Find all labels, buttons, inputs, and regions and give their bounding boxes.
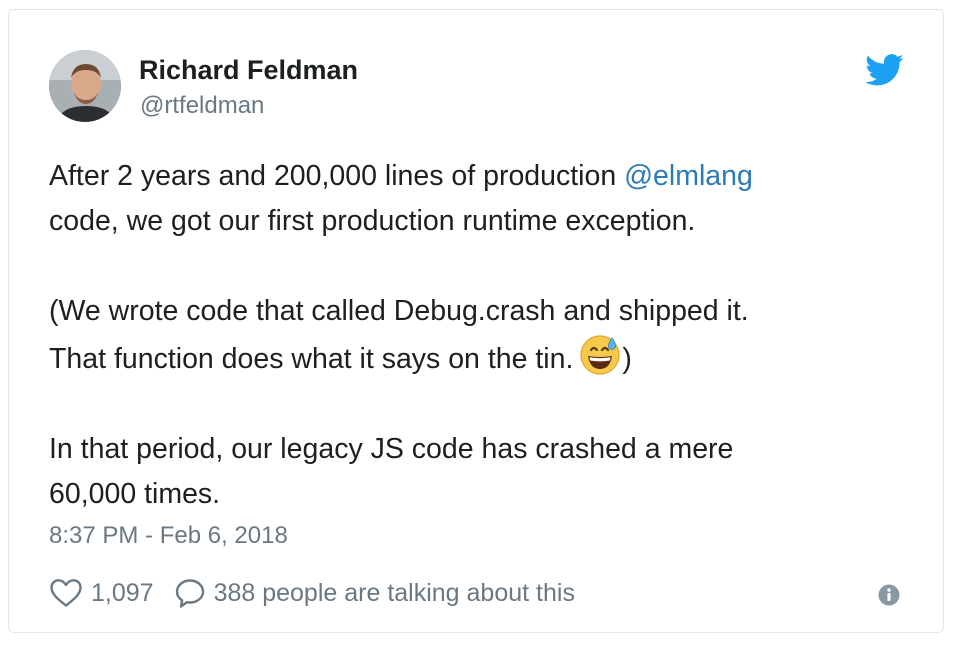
author-handle[interactable]: @rtfeldman bbox=[140, 92, 264, 120]
user-avatar[interactable] bbox=[49, 50, 121, 122]
text-line: After 2 years and 200,000 lines of produ… bbox=[49, 154, 909, 199]
tweet-text: After 2 years and 200,000 lines of produ… bbox=[49, 154, 909, 517]
text-line: (We wrote code that called Debug.crash a… bbox=[49, 295, 749, 327]
info-icon[interactable] bbox=[878, 584, 900, 606]
speech-bubble-icon bbox=[174, 577, 206, 609]
text-line: That function does what it says on the t… bbox=[49, 334, 909, 382]
text-line: code, we got our first production runtim… bbox=[49, 205, 696, 237]
text-fragment: ) bbox=[622, 343, 632, 375]
tweet-actions: 1,097 388 people are talking about this bbox=[49, 575, 575, 611]
conversation-button[interactable]: 388 people are talking about this bbox=[174, 577, 575, 609]
author-display-name[interactable]: Richard Feldman bbox=[139, 55, 358, 86]
tweet-paragraph: (We wrote code that called Debug.crash a… bbox=[49, 289, 909, 382]
embedded-tweet-card: Richard Feldman @rtfeldman After 2 years… bbox=[8, 9, 944, 633]
text-line: In that period, our legacy JS code has c… bbox=[49, 433, 734, 465]
conversation-count-label: 388 people are talking about this bbox=[213, 578, 575, 607]
grinning-face-with-sweat-icon bbox=[579, 334, 621, 376]
avatar-photo bbox=[49, 50, 121, 122]
tweet-timestamp[interactable]: 8:37 PM - Feb 6, 2018 bbox=[49, 522, 288, 550]
tweet-paragraph: In that period, our legacy JS code has c… bbox=[49, 427, 909, 517]
text-line: 60,000 times. bbox=[49, 478, 221, 510]
text-fragment: That function does what it says on the t… bbox=[49, 343, 574, 375]
heart-icon bbox=[49, 578, 83, 608]
like-button[interactable]: 1,097 bbox=[49, 578, 154, 608]
like-count: 1,097 bbox=[91, 578, 154, 607]
text-fragment: After 2 years and 200,000 lines of produ… bbox=[49, 160, 625, 192]
twitter-bird-icon[interactable] bbox=[865, 54, 905, 86]
tweet-paragraph: After 2 years and 200,000 lines of produ… bbox=[49, 154, 909, 244]
mention-link[interactable]: @elmlang bbox=[624, 160, 753, 192]
